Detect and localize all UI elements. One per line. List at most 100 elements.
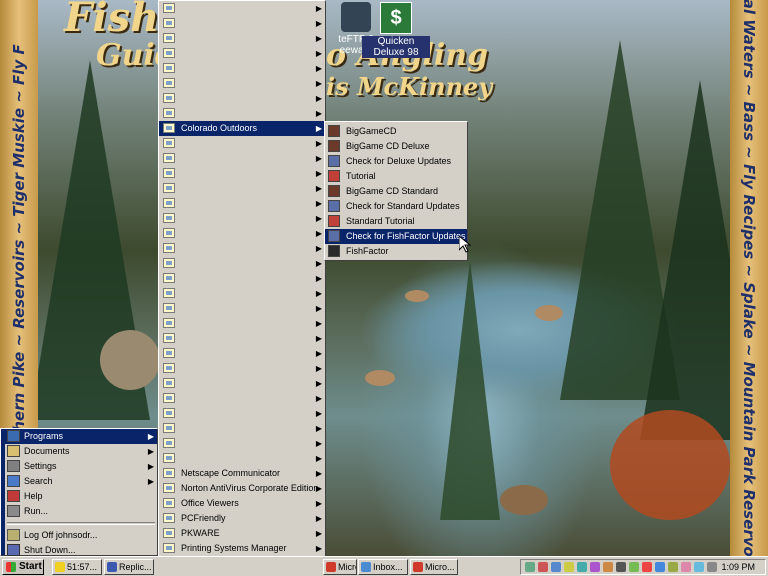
submenu-arrow-icon: ▶ (315, 19, 322, 28)
programs-menu-item[interactable]: Printing Systems Manager ▶ (159, 541, 325, 556)
programs-menu-item[interactable]: Norton AntiVirus Corporate Edition ▶ (159, 481, 325, 496)
programs-menu-item[interactable]: ▶ (159, 346, 325, 361)
programs-menu-item[interactable]: ▶ (159, 196, 325, 211)
wallpaper-rock (365, 370, 395, 386)
programs-menu-item[interactable]: ▶ (159, 76, 325, 91)
programs-menu-item[interactable]: ▶ (159, 451, 325, 466)
programs-menu-item[interactable]: ▶ (159, 106, 325, 121)
start-menu-item-run[interactable]: Run... (5, 504, 157, 519)
start-menu-item-help[interactable]: Help (5, 489, 157, 504)
desktop-icon-quicken[interactable]: $ Quicken Deluxe 98 (362, 2, 430, 58)
start-menu-item-settings[interactable]: Settings ▶ (5, 459, 157, 474)
programs-menu-item[interactable]: ▶ (159, 16, 325, 31)
programs-menu: ▶ ▶ ▶ ▶ ▶ ▶ ▶ ▶ Colorado Outdoors ▶ ▶ ▶ ▶ ▶ ▶ ▶ ▶ ▶ ▶ ▶ ▶ ▶ ▶ ▶… (158, 0, 326, 574)
colorado-menu-item[interactable]: Tutorial (325, 169, 467, 184)
taskbar-button[interactable]: Inbox... (358, 559, 408, 575)
start-menu-item-search[interactable]: Search ▶ (5, 474, 157, 489)
taskbar-button[interactable]: Micro... (323, 559, 357, 575)
tray-icon[interactable] (694, 562, 704, 572)
folder-icon (163, 303, 175, 313)
programs-menu-item[interactable]: Netscape Communicator ▶ (159, 466, 325, 481)
start-button[interactable]: Start (2, 559, 44, 575)
programs-menu-item[interactable]: ▶ (159, 61, 325, 76)
programs-menu-item[interactable]: PCFriendly ▶ (159, 511, 325, 526)
taskbar-button-label: Inbox... (373, 562, 403, 572)
programs-menu-item[interactable]: ▶ (159, 136, 325, 151)
programs-menu-item[interactable]: ▶ (159, 331, 325, 346)
tray-icon[interactable] (655, 562, 665, 572)
programs-menu-item[interactable]: ▶ (159, 316, 325, 331)
search-icon (7, 475, 20, 487)
tray-icon[interactable] (681, 562, 691, 572)
folder-icon (163, 513, 175, 523)
colorado-menu-item[interactable]: Check for Deluxe Updates (325, 154, 467, 169)
micro-icon (413, 562, 423, 572)
taskbar-button[interactable]: 51:57... (52, 559, 102, 575)
programs-menu-item[interactable]: ▶ (159, 1, 325, 16)
folder-icon (163, 438, 175, 448)
start-menu-item-label: Help (24, 491, 43, 501)
start-menu-item-programs[interactable]: Programs ▶ (5, 429, 157, 444)
colorado-menu-item[interactable]: Standard Tutorial (325, 214, 467, 229)
programs-menu-item[interactable]: ▶ (159, 241, 325, 256)
tray-icon[interactable] (525, 562, 535, 572)
tray-icon[interactable] (538, 562, 548, 572)
programs-menu-item[interactable]: ▶ (159, 46, 325, 61)
logoff-menu-item[interactable]: Log Off johnsodr... (5, 528, 157, 543)
programs-menu-item[interactable]: ▶ (159, 166, 325, 181)
colorado-menu-item-label: BigGame CD Deluxe (346, 141, 430, 151)
folder-icon (163, 153, 175, 163)
submenu-arrow-icon: ▶ (315, 274, 322, 283)
tray-icon[interactable] (590, 562, 600, 572)
programs-menu-item[interactable]: ▶ (159, 406, 325, 421)
system-tray: 1:09 PM (520, 559, 766, 575)
colorado-menu-item[interactable]: Check for FishFactor Updates (325, 229, 467, 244)
programs-menu-item[interactable]: ▶ (159, 361, 325, 376)
programs-menu-item[interactable]: Office Viewers ▶ (159, 496, 325, 511)
programs-menu-item[interactable]: ▶ (159, 181, 325, 196)
folder-icon (163, 138, 175, 148)
smiley-icon (55, 562, 65, 572)
start-menu-item-documents[interactable]: Documents ▶ (5, 444, 157, 459)
programs-menu-item[interactable]: ▶ (159, 391, 325, 406)
programs-menu-item[interactable]: ▶ (159, 301, 325, 316)
programs-menu-item[interactable]: ▶ (159, 211, 325, 226)
folder-icon (163, 393, 175, 403)
programs-menu-item[interactable]: ▶ (159, 376, 325, 391)
tray-icon[interactable] (629, 562, 639, 572)
programs-menu-item[interactable]: ▶ (159, 226, 325, 241)
submenu-arrow-icon: ▶ (147, 432, 154, 441)
folder-icon (163, 423, 175, 433)
taskbar-button[interactable]: Micro... (410, 559, 458, 575)
clock[interactable]: 1:09 PM (721, 560, 755, 574)
programs-menu-item[interactable]: ▶ (159, 31, 325, 46)
tray-icon[interactable] (707, 562, 717, 572)
submenu-arrow-icon: ▶ (315, 514, 322, 523)
programs-menu-item[interactable]: ▶ (159, 256, 325, 271)
start-menu-item-label: Programs (24, 431, 64, 441)
documents-icon (7, 445, 20, 457)
colorado-menu-item[interactable]: Check for Standard Updates (325, 199, 467, 214)
colorado-menu-item[interactable]: FishFactor (325, 244, 467, 259)
tray-icon[interactable] (616, 562, 626, 572)
tray-icon[interactable] (668, 562, 678, 572)
tray-icon[interactable] (603, 562, 613, 572)
tray-icon[interactable] (642, 562, 652, 572)
programs-menu-item[interactable]: ▶ (159, 436, 325, 451)
taskbar-button-label: Micro... (425, 562, 455, 572)
programs-menu-item-colorado-outdoors[interactable]: Colorado Outdoors ▶ (159, 121, 325, 136)
update-icon (328, 230, 340, 242)
colorado-menu-item[interactable]: BigGame CD Deluxe (325, 139, 467, 154)
programs-menu-item[interactable]: ▶ (159, 421, 325, 436)
colorado-menu-item[interactable]: BigGameCD (325, 124, 467, 139)
tray-icon[interactable] (551, 562, 561, 572)
programs-menu-item[interactable]: PKWARE ▶ (159, 526, 325, 541)
tray-icon[interactable] (577, 562, 587, 572)
programs-menu-item[interactable]: ▶ (159, 286, 325, 301)
colorado-menu-item[interactable]: BigGame CD Standard (325, 184, 467, 199)
programs-menu-item[interactable]: ▶ (159, 271, 325, 286)
programs-menu-item[interactable]: ▶ (159, 151, 325, 166)
programs-menu-item[interactable]: ▶ (159, 91, 325, 106)
taskbar-button[interactable]: Replic... (104, 559, 154, 575)
tray-icon[interactable] (564, 562, 574, 572)
